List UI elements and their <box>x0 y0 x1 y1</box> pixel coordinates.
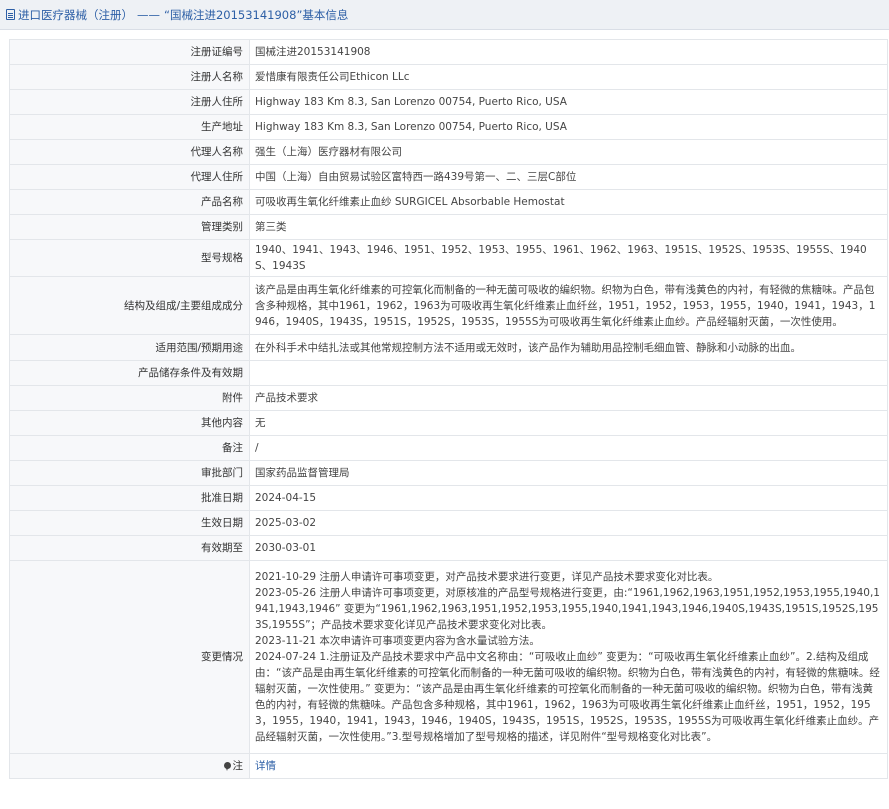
field-label: 审批部门 <box>9 460 250 486</box>
row-registration-number: 注册证编号 国械注进20153141908 <box>9 39 888 65</box>
row-intended-use: 适用范围/预期用途 在外科手术中结扎法或其他常规控制方法不适用或无效时，该产品作… <box>9 334 888 361</box>
row-changes: 变更情况 2021-10-29 注册人申请许可事项变更，对产品技术要求进行变更，… <box>9 560 888 754</box>
field-label: 备注 <box>9 435 250 461</box>
page-header: 进口医疗器械（注册） —— “国械注进20153141908”基本信息 <box>0 0 889 30</box>
note-value: 详情 <box>249 753 888 779</box>
field-label: 代理人名称 <box>9 139 250 165</box>
field-label: 有效期至 <box>9 535 250 561</box>
details-link[interactable]: 详情 <box>255 760 276 772</box>
field-label: 批准日期 <box>9 485 250 511</box>
field-label: 产品储存条件及有效期 <box>9 360 250 386</box>
field-label: 其他内容 <box>9 410 250 436</box>
field-label: 型号规格 <box>9 239 250 277</box>
row-agent-name: 代理人名称 强生（上海）医疗器材有限公司 <box>9 139 888 165</box>
field-label: 生效日期 <box>9 510 250 536</box>
field-value: Highway 183 Km 8.3, San Lorenzo 00754, P… <box>249 114 888 140</box>
field-label: 适用范围/预期用途 <box>9 334 250 361</box>
pin-icon <box>223 762 231 772</box>
row-expiry-date: 有效期至 2030-03-01 <box>9 535 888 561</box>
field-value: 该产品是由再生氧化纤维素的可控氧化而制备的一种无菌可吸收的编织物。织物为白色，带… <box>249 276 888 335</box>
field-value: 2025-03-02 <box>249 510 888 536</box>
field-value: 国械注进20153141908 <box>249 39 888 65</box>
field-label: 注册证编号 <box>9 39 250 65</box>
field-value: 在外科手术中结扎法或其他常规控制方法不适用或无效时，该产品作为辅助用品控制毛细血… <box>249 334 888 361</box>
row-management-class: 管理类别 第三类 <box>9 214 888 240</box>
change-item: 2023-11-21 本次申请许可事项变更内容为含水量试验方法。 <box>255 635 540 647</box>
row-storage: 产品储存条件及有效期 <box>9 360 888 386</box>
row-registrant-address: 注册人住所 Highway 183 Km 8.3, San Lorenzo 00… <box>9 89 888 115</box>
field-label: 产品名称 <box>9 189 250 215</box>
row-registrant-name: 注册人名称 爱惜康有限责任公司Ethicon LLc <box>9 64 888 90</box>
row-agent-address: 代理人住所 中国（上海）自由贸易试验区富特西一路439号第一、二、三层C部位 <box>9 164 888 190</box>
field-label: 管理类别 <box>9 214 250 240</box>
field-value: 强生（上海）医疗器材有限公司 <box>249 139 888 165</box>
field-label: 生产地址 <box>9 114 250 140</box>
row-effective-date: 生效日期 2025-03-02 <box>9 510 888 536</box>
field-label: 注册人住所 <box>9 89 250 115</box>
change-item: 2023-05-26 注册人申请许可事项变更，对原核准的产品型号规格进行变更，由… <box>255 587 880 631</box>
document-icon <box>6 9 15 20</box>
field-value: 可吸收再生氧化纤维素止血纱 SURGICEL Absorbable Hemost… <box>249 189 888 215</box>
field-label: 变更情况 <box>9 560 250 754</box>
field-value: 中国（上海）自由贸易试验区富特西一路439号第一、二、三层C部位 <box>249 164 888 190</box>
row-approval-dept: 审批部门 国家药品监督管理局 <box>9 460 888 486</box>
field-value: / <box>249 435 888 461</box>
field-value: 1940、1941、1943、1946、1951、1952、1953、1955、… <box>249 239 888 277</box>
field-label: 结构及组成/主要组成成分 <box>9 276 250 335</box>
row-note: 注 详情 <box>9 753 888 779</box>
field-label: 附件 <box>9 385 250 411</box>
info-table: 注册证编号 国械注进20153141908 注册人名称 爱惜康有限责任公司Eth… <box>9 39 888 779</box>
page-title: “国械注进20153141908”基本信息 <box>164 7 349 22</box>
field-label: 注册人名称 <box>9 64 250 90</box>
change-item: 2021-10-29 注册人申请许可事项变更，对产品技术要求进行变更，详见产品技… <box>255 571 719 583</box>
field-value <box>249 360 888 386</box>
breadcrumb-category[interactable]: 进口医疗器械（注册） <box>18 7 133 23</box>
note-label-cell: 注 <box>9 753 250 779</box>
row-product-name: 产品名称 可吸收再生氧化纤维素止血纱 SURGICEL Absorbable H… <box>9 189 888 215</box>
row-approval-date: 批准日期 2024-04-15 <box>9 485 888 511</box>
field-label: 代理人住所 <box>9 164 250 190</box>
row-production-address: 生产地址 Highway 183 Km 8.3, San Lorenzo 007… <box>9 114 888 140</box>
row-other: 其他内容 无 <box>9 410 888 436</box>
field-value: 产品技术要求 <box>249 385 888 411</box>
field-value: 2030-03-01 <box>249 535 888 561</box>
field-value: 国家药品监督管理局 <box>249 460 888 486</box>
field-value: 2024-04-15 <box>249 485 888 511</box>
field-value: 无 <box>249 410 888 436</box>
field-value: Highway 183 Km 8.3, San Lorenzo 00754, P… <box>249 89 888 115</box>
change-item: 2024-07-24 1.注册证及产品技术要求中产品中文名称由：“可吸收止血纱”… <box>255 651 880 743</box>
changes-list: 2021-10-29 注册人申请许可事项变更，对产品技术要求进行变更，详见产品技… <box>249 560 888 754</box>
breadcrumb-separator: —— <box>137 7 160 22</box>
field-value: 爱惜康有限责任公司Ethicon LLc <box>249 64 888 90</box>
row-remark: 备注 / <box>9 435 888 461</box>
note-label: 注 <box>223 758 244 774</box>
row-attachment: 附件 产品技术要求 <box>9 385 888 411</box>
row-structure: 结构及组成/主要组成成分 该产品是由再生氧化纤维素的可控氧化而制备的一种无菌可吸… <box>9 276 888 335</box>
field-value: 第三类 <box>249 214 888 240</box>
row-model-spec: 型号规格 1940、1941、1943、1946、1951、1952、1953、… <box>9 239 888 277</box>
note-label-text: 注 <box>232 759 244 772</box>
